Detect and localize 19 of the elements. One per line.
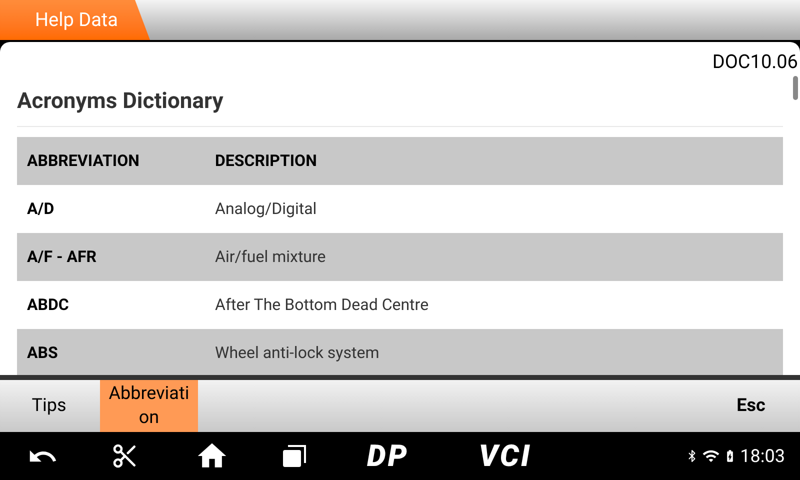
document-title: Acronyms Dictionary	[17, 88, 224, 114]
document-code: DOC10.06	[712, 49, 798, 75]
table-cell-text: ABDC	[26, 294, 70, 316]
table-cell-text: Analog/Digital	[215, 198, 317, 220]
table-cell-text: Wheel anti-lock system	[215, 342, 380, 364]
clock: 18:03	[740, 444, 785, 468]
scrollbar-thumb	[793, 76, 798, 100]
column-header: ABBREVIATION	[26, 150, 140, 172]
table-cell-text: ABS	[26, 342, 59, 364]
app-logo[interactable]: VCI	[478, 434, 532, 478]
app-logo[interactable]: DP	[367, 434, 409, 478]
column-header: DESCRIPTION	[215, 150, 317, 172]
toolbar-button[interactable]: Abbreviati on	[100, 380, 198, 432]
table-cell-text: Air/fuel mixture	[215, 246, 326, 268]
table-cell-text: A/D	[26, 198, 56, 220]
table-cell-text: A/F - AFR	[26, 246, 98, 268]
table-cell-text: After The Bottom Dead Centre	[215, 294, 429, 316]
bluetooth-icon	[686, 449, 698, 463]
recent-apps-icon[interactable]	[281, 444, 307, 468]
